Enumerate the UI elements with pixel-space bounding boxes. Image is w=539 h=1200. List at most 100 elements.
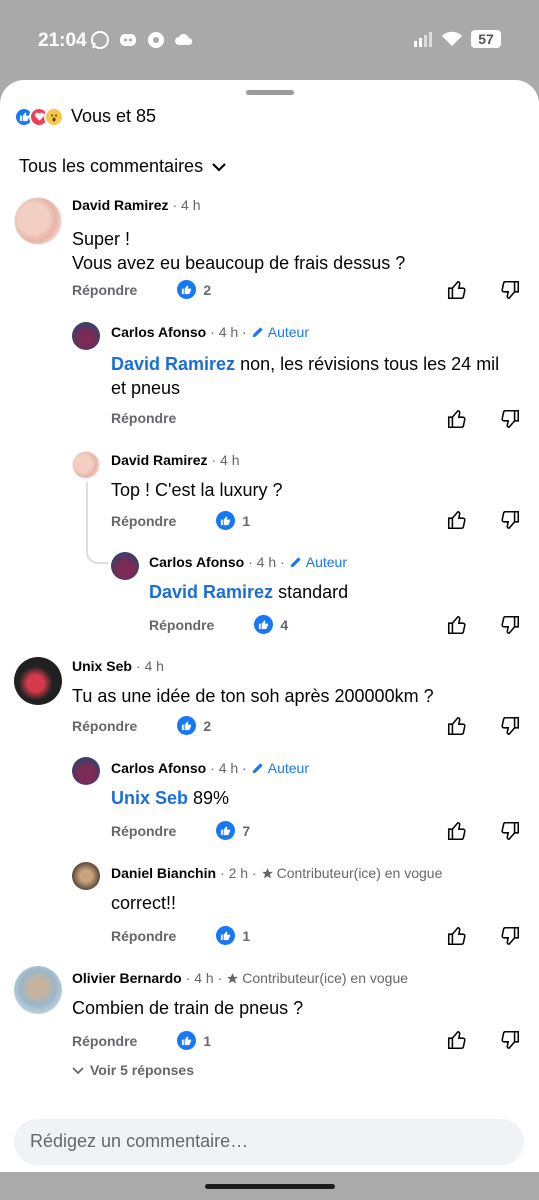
- like-icon: [177, 1031, 197, 1050]
- comment-time: · 4 h ·: [248, 554, 285, 570]
- downvote-icon[interactable]: [499, 614, 521, 636]
- reply-button[interactable]: Répondre: [111, 928, 176, 944]
- avatar[interactable]: [72, 451, 100, 479]
- avatar[interactable]: [72, 322, 100, 350]
- chevron-down-icon: [72, 1066, 84, 1074]
- reply-button[interactable]: Répondre: [72, 718, 137, 734]
- reply-button[interactable]: Répondre: [111, 823, 176, 839]
- reply-button[interactable]: Répondre: [72, 282, 137, 298]
- contributor-badge: Contributeur(ice) en vogue: [226, 970, 408, 986]
- sheet-grabber[interactable]: [246, 90, 294, 95]
- like-count[interactable]: 1: [177, 1031, 211, 1050]
- upvote-icon[interactable]: [446, 408, 468, 430]
- filter-label: Tous les commentaires: [19, 156, 204, 176]
- discord-icon: [120, 34, 136, 46]
- upvote-icon[interactable]: [446, 715, 468, 737]
- comment-time: · 4 h: [135, 658, 164, 674]
- commenter-name[interactable]: Carlos Afonso: [111, 760, 206, 776]
- like-icon: [216, 926, 236, 945]
- avatar[interactable]: [14, 657, 62, 705]
- reply-button[interactable]: Répondre: [149, 617, 214, 633]
- upvote-icon[interactable]: [446, 614, 468, 636]
- author-badge: Auteur: [289, 554, 347, 570]
- like-count[interactable]: 4: [254, 615, 288, 634]
- system-nav-bar: [0, 1172, 539, 1200]
- like-count[interactable]: 7: [216, 821, 250, 840]
- comment-text: Top ! C'est la luxury ?: [111, 480, 283, 500]
- thread-connector: [86, 482, 108, 564]
- status-time: 21:04: [38, 30, 87, 51]
- avatar[interactable]: [111, 552, 139, 580]
- contributor-badge: Contributeur(ice) en vogue: [261, 865, 442, 881]
- downvote-icon[interactable]: [499, 820, 521, 842]
- comment-text: David Ramirez non, les révisions tous le…: [111, 354, 500, 398]
- like-count[interactable]: 2: [177, 716, 211, 735]
- commenter-name[interactable]: Carlos Afonso: [149, 554, 244, 570]
- whatsapp-icon: [91, 31, 109, 49]
- comment-text: Tu as une idée de ton soh après 200000km…: [72, 686, 434, 706]
- reactions-count: Vous et 85: [71, 106, 157, 126]
- comments-sheet: Vous et 85 Tous les commentaires David R…: [0, 80, 539, 1172]
- notification-icons: [90, 30, 194, 50]
- chevron-down-icon: [212, 162, 226, 172]
- like-icon: [216, 511, 236, 530]
- commenter-name[interactable]: David Ramirez: [111, 452, 207, 468]
- reply-button[interactable]: Répondre: [72, 1033, 137, 1049]
- mention-link[interactable]: David Ramirez: [149, 582, 273, 602]
- comment-text: correct!!: [111, 893, 177, 913]
- commenter-name[interactable]: David Ramirez: [72, 197, 168, 213]
- like-icon: [216, 821, 236, 840]
- battery-indicator: 57: [471, 30, 501, 48]
- commenter-name[interactable]: Daniel Bianchin: [111, 865, 216, 881]
- comment-time: · 4 h: [172, 197, 201, 213]
- mention-link[interactable]: Unix Seb: [111, 788, 188, 808]
- wow-reaction-icon: [44, 106, 64, 127]
- like-count[interactable]: 1: [216, 926, 250, 945]
- commenter-name[interactable]: Olivier Bernardo: [72, 970, 182, 986]
- view-more-replies-button[interactable]: Voir 5 réponses: [72, 1062, 194, 1078]
- comment-input[interactable]: Rédigez un commentaire…: [14, 1119, 524, 1165]
- pencil-icon: [290, 557, 301, 568]
- like-count[interactable]: 2: [177, 280, 211, 299]
- mention-link[interactable]: David Ramirez: [111, 354, 235, 374]
- chrome-icon: [148, 32, 164, 48]
- downvote-icon[interactable]: [499, 509, 521, 531]
- comment-time: · 4 h: [211, 452, 240, 468]
- upvote-icon[interactable]: [446, 509, 468, 531]
- cloud-icon: [175, 33, 193, 45]
- avatar[interactable]: [72, 862, 100, 890]
- downvote-icon[interactable]: [499, 408, 521, 430]
- upvote-icon[interactable]: [446, 279, 468, 301]
- upvote-icon[interactable]: [446, 820, 468, 842]
- like-icon: [254, 615, 274, 634]
- system-icons: 57: [413, 30, 501, 48]
- upvote-icon[interactable]: [446, 1029, 468, 1051]
- like-icon: [177, 280, 197, 299]
- avatar[interactable]: [72, 757, 100, 785]
- author-badge: Auteur: [251, 760, 309, 776]
- signal-icon: [414, 32, 432, 47]
- pencil-icon: [252, 763, 263, 774]
- star-icon: [227, 972, 239, 983]
- downvote-icon[interactable]: [499, 1029, 521, 1051]
- status-bar: 21:04 57: [0, 0, 539, 80]
- reactions-summary[interactable]: Vous et 85: [14, 106, 156, 127]
- reply-button[interactable]: Répondre: [111, 410, 176, 426]
- commenter-name[interactable]: Unix Seb: [72, 658, 132, 674]
- comment-time: · 4 h ·: [185, 970, 223, 986]
- wifi-icon: [442, 31, 462, 46]
- downvote-icon[interactable]: [499, 715, 521, 737]
- avatar[interactable]: [14, 197, 62, 245]
- comment-text: Super ! Vous avez eu beaucoup de frais de…: [72, 229, 406, 273]
- avatar[interactable]: [14, 966, 62, 1014]
- reply-button[interactable]: Répondre: [111, 513, 176, 529]
- star-icon: [261, 867, 273, 878]
- like-count[interactable]: 1: [216, 511, 250, 530]
- upvote-icon[interactable]: [446, 925, 468, 947]
- downvote-icon[interactable]: [499, 925, 521, 947]
- downvote-icon[interactable]: [499, 279, 521, 301]
- comments-filter-dropdown[interactable]: Tous les commentaires: [19, 156, 227, 177]
- home-indicator[interactable]: [205, 1184, 335, 1189]
- author-badge: Auteur: [251, 324, 309, 340]
- commenter-name[interactable]: Carlos Afonso: [111, 324, 206, 340]
